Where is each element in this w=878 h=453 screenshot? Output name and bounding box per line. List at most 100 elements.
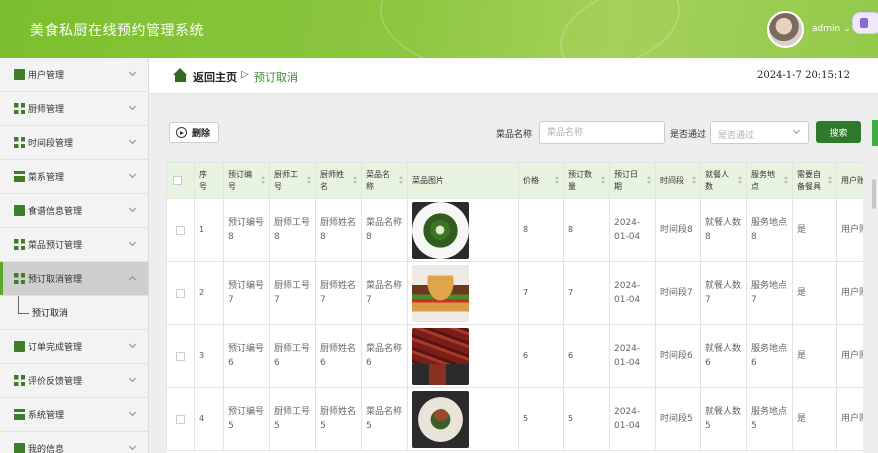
column-header-diners[interactable]: 就餐人数	[700, 162, 747, 199]
column-header-date[interactable]: 预订日期	[609, 162, 656, 199]
column-header-booking-no[interactable]: 预订编号	[223, 162, 270, 199]
chevron-down-icon	[792, 126, 801, 135]
sort-icon[interactable]	[353, 176, 358, 186]
column-header-price[interactable]: 价格	[518, 162, 564, 199]
sidebar-item-dish-booking[interactable]: 菜品预订管理	[0, 228, 148, 262]
chevron-down-icon	[128, 340, 137, 349]
row-checkbox[interactable]	[176, 351, 185, 361]
dish-image[interactable]	[412, 390, 469, 448]
approved-select[interactable]: 是否通过	[710, 121, 809, 144]
column-header-index: 序号	[194, 162, 224, 199]
booking-table: 序号 预订编号 厨师工号 厨师姓名 菜品名称 菜品图片 价格 预订数量 预订日期…	[166, 162, 863, 453]
sidebar: 用户管理 厨师管理 时间段管理 菜系管理 食谱信息管理 菜品预订管理 预订取消管…	[0, 58, 149, 453]
dish-image[interactable]	[412, 327, 469, 385]
user-name: admin	[812, 24, 841, 34]
sort-icon[interactable]	[738, 176, 743, 186]
chevron-down-icon	[128, 408, 137, 417]
row-checkbox[interactable]	[176, 288, 185, 298]
sidebar-item-my-info[interactable]: 我的信息	[0, 432, 148, 453]
table-row[interactable]: 1 预订编号8 厨师工号8 厨师姓名8 菜品名称8 8 8 2024-01-04…	[166, 198, 863, 262]
top-header: 美食私厨在线预约管理系统 admin ⌄	[0, 0, 878, 58]
sort-icon[interactable]	[692, 176, 697, 186]
dish-name-label: 菜品名称	[496, 130, 533, 140]
sidebar-item-feedback[interactable]: 评价反馈管理	[0, 364, 148, 398]
column-header-slot[interactable]: 时间段	[655, 162, 701, 199]
grid-icon	[14, 137, 25, 148]
chevron-down-icon	[128, 238, 137, 247]
column-header-user-account[interactable]: 用户账号	[836, 162, 863, 199]
sidebar-item-booking-cancel[interactable]: 预订取消管理	[0, 262, 148, 296]
sidebar-item-cuisines[interactable]: 菜系管理	[0, 160, 148, 194]
sort-icon[interactable]	[601, 176, 606, 186]
table-row[interactable]: 4 预订编号5 厨师工号5 厨师姓名5 菜品名称5 5 5 2024-01-04…	[166, 387, 863, 451]
sidebar-item-chefs[interactable]: 厨师管理	[0, 92, 148, 126]
search-button[interactable]: 搜索	[816, 121, 861, 143]
sidebar-item-system[interactable]: 系统管理	[0, 398, 148, 432]
row-checkbox[interactable]	[176, 225, 185, 235]
chevron-up-icon	[128, 275, 137, 284]
scrollbar-thumb[interactable]	[872, 179, 876, 209]
breadcrumb-home[interactable]: 返回主页	[193, 69, 237, 85]
table-row[interactable]: 3 预订编号6 厨师工号6 厨师姓名6 菜品名称6 6 6 2024-01-04…	[166, 324, 863, 388]
home-icon[interactable]	[173, 68, 188, 82]
column-header-tableware[interactable]: 需要自备餐具	[792, 162, 837, 199]
sort-icon[interactable]	[307, 176, 312, 186]
chevron-down-icon	[128, 442, 137, 451]
column-header-chef-id[interactable]: 厨师工号	[269, 162, 316, 199]
approved-label: 是否通过	[670, 130, 707, 140]
dish-name-input[interactable]	[539, 121, 665, 144]
sidebar-item-orders-completed[interactable]: 订单完成管理	[0, 330, 148, 364]
user-menu[interactable]: admin ⌄	[812, 24, 851, 34]
sort-icon[interactable]	[261, 176, 266, 186]
column-header-chef-name[interactable]: 厨师姓名	[315, 162, 362, 199]
sort-icon[interactable]	[647, 176, 652, 186]
breadcrumb-separator-icon: ▷	[241, 69, 249, 80]
dish-image[interactable]	[412, 201, 469, 259]
sidebar-item-users[interactable]: 用户管理	[0, 58, 148, 92]
breadcrumb: 返回主页 ▷ 预订取消 2024-1-7 20:15:12	[149, 58, 878, 94]
sort-icon[interactable]	[399, 176, 404, 186]
bars-icon	[14, 171, 25, 182]
sort-icon[interactable]	[784, 176, 789, 186]
chevron-down-icon	[128, 102, 137, 111]
box-icon	[14, 341, 25, 352]
play-circle-icon	[176, 127, 187, 138]
list-panel: 删除 菜品名称 是否通过 是否通过 搜索 序号 预订编号 厨师工号	[149, 94, 878, 453]
dish-image[interactable]	[412, 264, 469, 322]
select-all-cell	[166, 162, 195, 199]
column-header-quantity[interactable]: 预订数量	[563, 162, 610, 199]
grid-icon	[14, 239, 25, 250]
box-icon	[14, 205, 25, 216]
delete-button[interactable]: 删除	[169, 122, 219, 143]
box-icon	[14, 69, 25, 80]
table-row[interactable]: 2 预订编号7 厨师工号7 厨师姓名7 菜品名称7 7 7 2024-01-04…	[166, 261, 863, 325]
sort-icon[interactable]	[555, 176, 560, 186]
assistant-icon[interactable]	[852, 12, 878, 34]
approved-select-placeholder: 是否通过	[718, 131, 755, 141]
sort-icon[interactable]	[828, 176, 833, 186]
sidebar-item-recipes[interactable]: 食谱信息管理	[0, 194, 148, 228]
column-header-dish-name[interactable]: 菜品名称	[361, 162, 408, 199]
avatar[interactable]	[767, 11, 804, 48]
app-title: 美食私厨在线预约管理系统	[30, 23, 204, 39]
select-all-checkbox[interactable]	[173, 176, 182, 185]
sidebar-subitem-booking-cancel[interactable]: 预订取消	[0, 296, 148, 330]
bars-icon	[14, 409, 25, 420]
chevron-down-icon	[128, 136, 137, 145]
side-tab[interactable]	[872, 120, 878, 146]
vertical-scrollbar[interactable]	[872, 179, 878, 209]
box-icon	[14, 443, 25, 453]
grid-icon	[14, 103, 25, 114]
column-header-dish-image: 菜品图片	[407, 162, 519, 199]
breadcrumb-current: 预订取消	[254, 71, 298, 84]
column-header-location[interactable]: 服务地点	[746, 162, 793, 199]
chevron-down-icon	[128, 68, 137, 77]
sidebar-item-time-slots[interactable]: 时间段管理	[0, 126, 148, 160]
current-datetime: 2024-1-7 20:15:12	[756, 70, 850, 81]
main-content: 返回主页 ▷ 预订取消 2024-1-7 20:15:12 删除 菜品名称 是否…	[149, 58, 878, 453]
row-checkbox[interactable]	[176, 414, 185, 424]
table-header-row: 序号 预订编号 厨师工号 厨师姓名 菜品名称 菜品图片 价格 预订数量 预订日期…	[166, 162, 863, 199]
caret-down-icon: ⌄	[843, 24, 851, 34]
chevron-down-icon	[128, 170, 137, 179]
chevron-down-icon	[128, 374, 137, 383]
